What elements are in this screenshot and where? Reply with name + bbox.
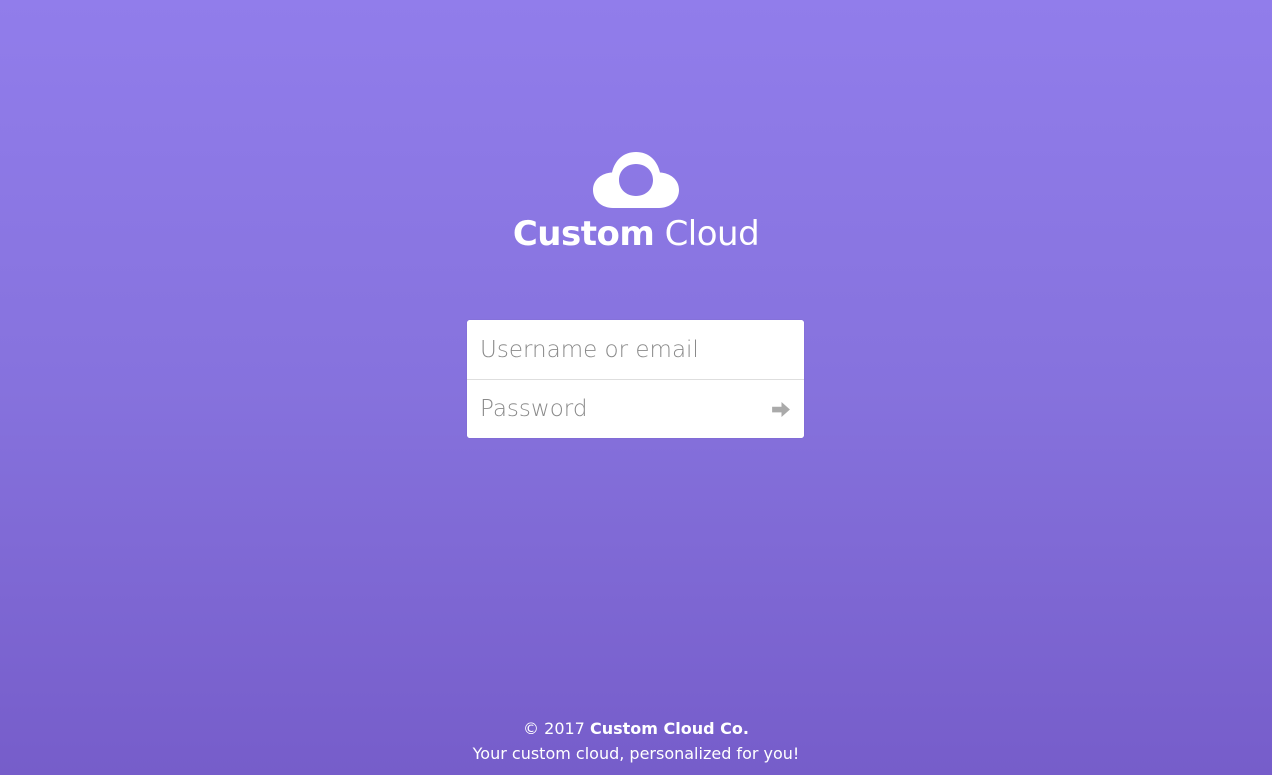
cloud-icon — [593, 152, 679, 208]
logo-name-light: Cloud — [664, 214, 760, 254]
login-form — [467, 320, 804, 438]
password-input[interactable] — [467, 380, 804, 438]
company-name: Custom Cloud Co. — [589, 719, 749, 738]
logo: Custom Cloud — [0, 150, 1272, 256]
logo-wordmark: Custom Cloud — [512, 212, 760, 256]
arrow-right-icon — [771, 401, 790, 417]
username-input[interactable] — [467, 320, 804, 379]
logo-name-bold: Custom — [512, 214, 655, 254]
footer: © 2017 Custom Cloud Co. Your custom clou… — [0, 716, 1272, 766]
footer-copyright: © 2017 Custom Cloud Co. — [0, 716, 1272, 741]
login-submit-button[interactable] — [766, 394, 796, 424]
copyright-text: © 2017 — [523, 719, 585, 738]
password-row — [467, 380, 804, 438]
footer-tagline: Your custom cloud, personalized for you! — [472, 744, 800, 763]
